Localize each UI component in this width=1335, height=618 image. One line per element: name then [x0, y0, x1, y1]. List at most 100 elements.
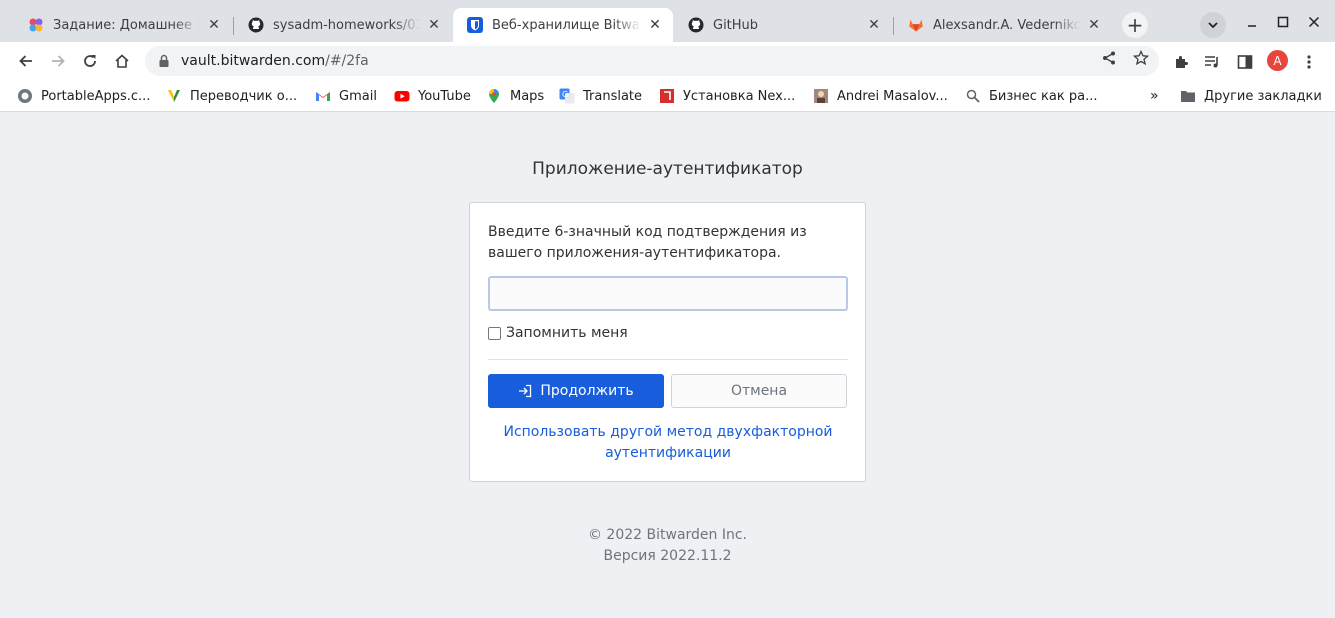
tab-github[interactable]: GitHub ✕	[674, 8, 892, 42]
github-icon	[248, 17, 264, 33]
bookmark-label: Другие закладки	[1204, 88, 1322, 104]
cancel-button[interactable]: Отмена	[671, 374, 847, 408]
continue-label: Продолжить	[540, 383, 634, 399]
google-translate-icon: G	[559, 88, 575, 104]
close-icon[interactable]: ✕	[866, 17, 882, 33]
close-icon[interactable]: ✕	[206, 17, 222, 33]
tab-title: sysadm-homeworks/03-	[273, 17, 420, 33]
new-tab-button[interactable]: +	[1122, 12, 1148, 38]
tab-homework[interactable]: Задание: Домашнее задание ✕	[14, 8, 232, 42]
gitlab-icon	[908, 17, 924, 33]
extensions-icon[interactable]	[1171, 52, 1191, 72]
bookmark-label: Установка Nex...	[683, 88, 796, 104]
bookmarks-bar: PortableApps.c... Переводчик о... Gmail …	[0, 80, 1335, 112]
page-content: Приложение-аутентификатор Введите 6-знач…	[5, 113, 1330, 618]
bookmarks-overflow-button[interactable]: »	[1150, 85, 1159, 107]
checkbox-box[interactable]	[488, 326, 501, 340]
close-icon[interactable]: ✕	[426, 17, 442, 33]
colorful-dots-icon	[28, 17, 44, 33]
side-panel-icon[interactable]	[1235, 52, 1255, 72]
back-button[interactable]	[12, 47, 40, 75]
close-icon	[1308, 16, 1320, 28]
browser-toolbar: vault.bitwarden.com/#/2fa	[0, 42, 1335, 80]
svg-text:G: G	[562, 90, 568, 99]
continue-button[interactable]: Продолжить	[488, 374, 664, 408]
home-button[interactable]	[108, 47, 136, 75]
copyright-text: © 2022 Bitwarden Inc.	[587, 527, 748, 543]
minimize-icon	[1248, 25, 1256, 27]
portableapps-icon	[17, 88, 33, 104]
bookmark-youtube[interactable]: YouTube	[394, 85, 471, 107]
arrow-left-icon	[19, 55, 32, 67]
bookmark-business[interactable]: Бизнес как ра...	[965, 85, 1097, 107]
bookmark-label: Gmail	[339, 88, 377, 104]
close-window-button[interactable]	[1304, 12, 1324, 32]
version-text: Версия 2022.11.2	[603, 548, 732, 564]
bookmark-label: Andrei Masalov...	[837, 88, 948, 104]
close-icon[interactable]: ✕	[1086, 17, 1102, 33]
reload-icon	[84, 55, 96, 67]
bookmark-maps[interactable]: Maps	[486, 85, 544, 107]
bookmark-translator-yandex[interactable]: Переводчик о...	[166, 85, 297, 107]
verification-code-input[interactable]	[488, 276, 848, 311]
tab-title: Задание: Домашнее задание	[53, 17, 200, 33]
maps-pin-icon	[486, 88, 502, 104]
bookmark-portableapps[interactable]: PortableApps.c...	[17, 85, 150, 107]
bookmark-label: Maps	[510, 88, 545, 104]
close-icon[interactable]: ✕	[647, 17, 663, 33]
profile-avatar[interactable]: A	[1267, 50, 1288, 71]
bookmark-label: Бизнес как ра...	[989, 88, 1098, 104]
chevron-down-icon	[1208, 22, 1218, 29]
gmail-icon	[315, 88, 331, 104]
tab-title: Alexsandr.A. Vedernikov	[933, 17, 1080, 33]
tab-title: GitHub	[713, 17, 759, 33]
youtube-icon	[394, 88, 410, 104]
two-factor-card: Введите 6-значный код подтверждения из в…	[469, 202, 866, 482]
url-path: /#/2fa	[325, 53, 369, 69]
tab-title: Веб-хранилище Bitwarden	[492, 17, 641, 33]
forward-button[interactable]	[44, 47, 72, 75]
tab-search-button[interactable]	[1200, 12, 1226, 38]
media-controls-icon[interactable]	[1203, 52, 1223, 72]
lock-icon	[157, 54, 171, 68]
github-icon	[688, 17, 704, 33]
instructions-text: Введите 6-значный код подтверждения из в…	[488, 224, 807, 261]
divider	[488, 359, 848, 360]
sign-in-icon	[518, 384, 532, 398]
address-bar[interactable]: vault.bitwarden.com/#/2fa	[145, 46, 1159, 76]
menu-dots-icon[interactable]	[1299, 52, 1319, 72]
bookmark-install-next[interactable]: Установка Nex...	[659, 85, 795, 107]
reload-button[interactable]	[76, 47, 104, 75]
other-bookmarks-folder[interactable]: Другие закладки	[1180, 85, 1322, 107]
page-footer: © 2022 Bitwarden Inc. Версия 2022.11.2	[5, 525, 1330, 567]
tab-gitlab-profile[interactable]: Alexsandr.A. Vedernikov ✕	[894, 8, 1112, 42]
bookmark-label: Переводчик о...	[190, 88, 298, 104]
bookmark-translate[interactable]: G Translate	[559, 85, 642, 107]
bookmark-andrei-masalov[interactable]: Andrei Masalov...	[813, 85, 948, 107]
yandex-translate-icon	[166, 88, 182, 104]
page-title: Приложение-аутентификатор	[532, 159, 803, 179]
arrow-right-icon	[52, 55, 65, 67]
search-page-icon	[965, 88, 981, 104]
home-icon	[115, 54, 129, 68]
share-icon[interactable]	[1100, 49, 1118, 67]
remember-me-label: Запомнить меня	[506, 325, 628, 341]
tab-sysadm-homeworks[interactable]: sysadm-homeworks/03- ✕	[234, 8, 452, 42]
bookmark-gmail[interactable]: Gmail	[315, 85, 377, 107]
bookmark-label: YouTube	[418, 88, 471, 104]
maximize-icon	[1277, 16, 1289, 28]
tab-strip: Задание: Домашнее задание ✕ sysadm-homew…	[0, 0, 1335, 42]
remember-me-checkbox[interactable]: Запомнить меня	[488, 325, 628, 341]
url-host: vault.bitwarden.com	[181, 53, 326, 69]
folder-icon	[1180, 88, 1196, 104]
minimize-button[interactable]	[1242, 12, 1262, 32]
use-another-method-link[interactable]: Использовать другой метод двухфакторной …	[488, 422, 848, 464]
avatar-icon	[813, 88, 829, 104]
tab-bitwarden[interactable]: Веб-хранилище Bitwarden ✕	[453, 8, 673, 42]
bookmark-label: PortableApps.c...	[41, 88, 151, 104]
red-page-icon	[659, 88, 675, 104]
bitwarden-shield-icon	[467, 17, 483, 33]
bookmark-star-icon[interactable]	[1132, 49, 1150, 67]
bookmark-label: Translate	[583, 88, 643, 104]
maximize-button[interactable]	[1273, 12, 1293, 32]
